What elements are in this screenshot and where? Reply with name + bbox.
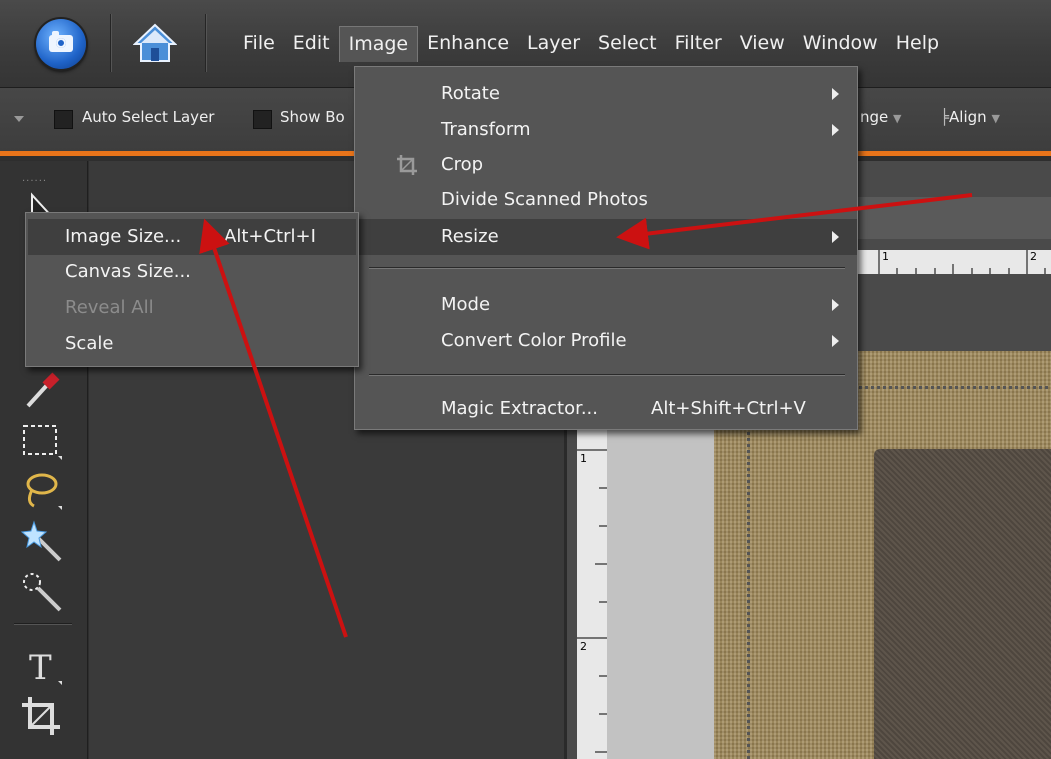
menu-layer[interactable]: Layer	[518, 26, 589, 62]
menu-separator	[369, 374, 845, 376]
submenu-arrow-icon	[832, 335, 839, 347]
crop-icon	[397, 155, 417, 175]
chevron-down-icon: ▼	[893, 112, 902, 125]
arrange-label: nge	[860, 108, 889, 126]
organizer-camera-icon[interactable]	[36, 19, 86, 69]
menu-filter[interactable]: Filter	[666, 26, 731, 62]
menu-item-resize[interactable]: Resize	[355, 219, 857, 255]
magic-wand-tool-icon[interactable]	[16, 516, 66, 566]
marquee-tool-icon[interactable]	[16, 416, 66, 466]
ruler-label: 2	[580, 640, 587, 653]
menu-item-convert-color-profile[interactable]: Convert Color Profile	[355, 323, 857, 359]
home-icon[interactable]	[133, 22, 177, 64]
tool-preset-dropdown-icon[interactable]	[14, 116, 24, 122]
show-bounding-box-checkbox[interactable]	[253, 110, 272, 129]
align-dropdown[interactable]: ╞Align ▼	[940, 108, 1000, 126]
menu-item-label: Reveal All	[65, 297, 154, 318]
menu-select[interactable]: Select	[589, 26, 666, 62]
menu-item-image-size[interactable]: Image Size... Alt+Ctrl+I	[28, 219, 356, 255]
menu-edit[interactable]: Edit	[284, 26, 339, 62]
align-label: Align	[949, 108, 987, 126]
menu-item-label: Convert Color Profile	[441, 330, 627, 351]
menu-item-mode[interactable]: Mode	[355, 287, 857, 323]
menu-separator	[369, 267, 845, 269]
lasso-tool-icon[interactable]	[16, 466, 66, 516]
menu-item-label: Rotate	[441, 83, 500, 104]
menu-item-shortcut: Alt+Ctrl+I	[224, 226, 316, 247]
align-icon: ╞	[940, 108, 950, 126]
separator	[205, 14, 207, 72]
menu-file[interactable]: File	[234, 26, 284, 62]
menu-help[interactable]: Help	[887, 26, 948, 62]
menu-image[interactable]: Image	[338, 26, 419, 62]
svg-text:T: T	[29, 648, 52, 688]
menu-item-label: Transform	[441, 119, 531, 140]
show-bounding-box-label: Show Bo	[280, 108, 345, 126]
menu-item-scale[interactable]: Scale	[28, 326, 356, 362]
submenu-arrow-icon	[832, 124, 839, 136]
menu-item-crop[interactable]: Crop	[355, 147, 857, 183]
chevron-down-icon: ▼	[991, 112, 1000, 125]
ruler-label: 1	[580, 452, 587, 465]
menu-item-rotate[interactable]: Rotate	[355, 76, 857, 112]
resize-submenu: Image Size... Alt+Ctrl+I Canvas Size... …	[25, 212, 359, 367]
auto-select-layer-label: Auto Select Layer	[82, 108, 215, 126]
ruler-label: 2	[1030, 250, 1037, 263]
separator	[110, 14, 112, 72]
menu-item-canvas-size[interactable]: Canvas Size...	[28, 254, 356, 290]
menu-item-label: Crop	[441, 154, 484, 175]
menu-item-label: Mode	[441, 294, 491, 315]
submenu-arrow-icon	[832, 231, 839, 243]
ruler-label: 1	[882, 250, 889, 263]
menu-item-shortcut: Alt+Shift+Ctrl+V	[651, 398, 806, 419]
menu-item-divide-scanned-photos[interactable]: Divide Scanned Photos	[355, 182, 857, 218]
menu-item-label: Magic Extractor...	[441, 398, 598, 419]
image-menu-dropdown: Rotate Transform Crop Divide Scanned Pho…	[354, 66, 858, 430]
submenu-arrow-icon	[832, 88, 839, 100]
toolbox-grip[interactable]: ......	[22, 173, 47, 184]
menu-view[interactable]: View	[731, 26, 794, 62]
menu-item-transform[interactable]: Transform	[355, 112, 857, 148]
auto-select-layer-checkbox[interactable]	[54, 110, 73, 129]
menu-item-magic-extractor[interactable]: Magic Extractor... Alt+Shift+Ctrl+V	[355, 391, 857, 427]
menu-item-label: Image Size...	[65, 226, 182, 247]
menu-item-label: Resize	[441, 226, 499, 247]
canvas-dark-paper	[874, 449, 1051, 759]
menu-window[interactable]: Window	[794, 26, 887, 62]
submenu-arrow-icon	[832, 299, 839, 311]
quick-selection-tool-icon[interactable]	[16, 566, 66, 616]
menu-item-reveal-all: Reveal All	[28, 290, 356, 326]
eyedropper-tool-icon[interactable]	[16, 366, 66, 416]
menu-item-label: Scale	[65, 333, 114, 354]
menu-item-label: Canvas Size...	[65, 261, 191, 282]
toolbox-separator	[14, 623, 72, 625]
menu-enhance[interactable]: Enhance	[418, 26, 518, 62]
crop-tool-icon[interactable]	[16, 691, 66, 741]
type-tool-icon[interactable]: T	[16, 641, 66, 691]
menu-items: File Edit Image Enhance Layer Select Fil…	[234, 26, 948, 62]
menu-item-label: Divide Scanned Photos	[441, 189, 648, 210]
arrange-dropdown[interactable]: nge ▼	[860, 108, 902, 126]
